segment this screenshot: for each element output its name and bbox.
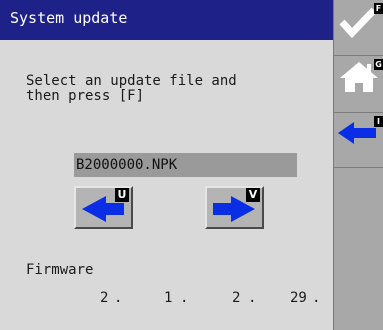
key-i-badge: I [374, 116, 383, 127]
firmware-version-part: 2 [232, 290, 241, 306]
firmware-version-dot: . [248, 290, 257, 306]
key-v-badge: V [246, 188, 260, 202]
back-button[interactable]: I [334, 113, 383, 168]
page-title: System update [0, 0, 333, 40]
update-panel: System update Select an update file and … [0, 0, 333, 330]
firmware-version-dot: . [114, 290, 123, 306]
softkey-sidebar: F G I [333, 0, 383, 330]
home-button[interactable]: G [334, 56, 383, 113]
selected-file-field[interactable]: B2000000.NPK [74, 153, 297, 177]
next-file-button[interactable]: V [205, 186, 264, 229]
key-u-badge: U [115, 188, 129, 202]
previous-file-button[interactable]: U [74, 186, 133, 229]
key-g-badge: G [374, 59, 383, 70]
firmware-version-dot: . [312, 290, 321, 306]
firmware-version-part: 2 [100, 290, 109, 306]
firmware-version-part: 29 [290, 290, 307, 306]
firmware-version-part: 1 [164, 290, 173, 306]
key-f-badge: F [374, 3, 383, 14]
firmware-version-dot: . [180, 290, 189, 306]
instruction-text: Select an update file and then press [F] [26, 73, 237, 104]
firmware-label: Firmware [26, 262, 94, 278]
confirm-button[interactable]: F [334, 0, 383, 56]
